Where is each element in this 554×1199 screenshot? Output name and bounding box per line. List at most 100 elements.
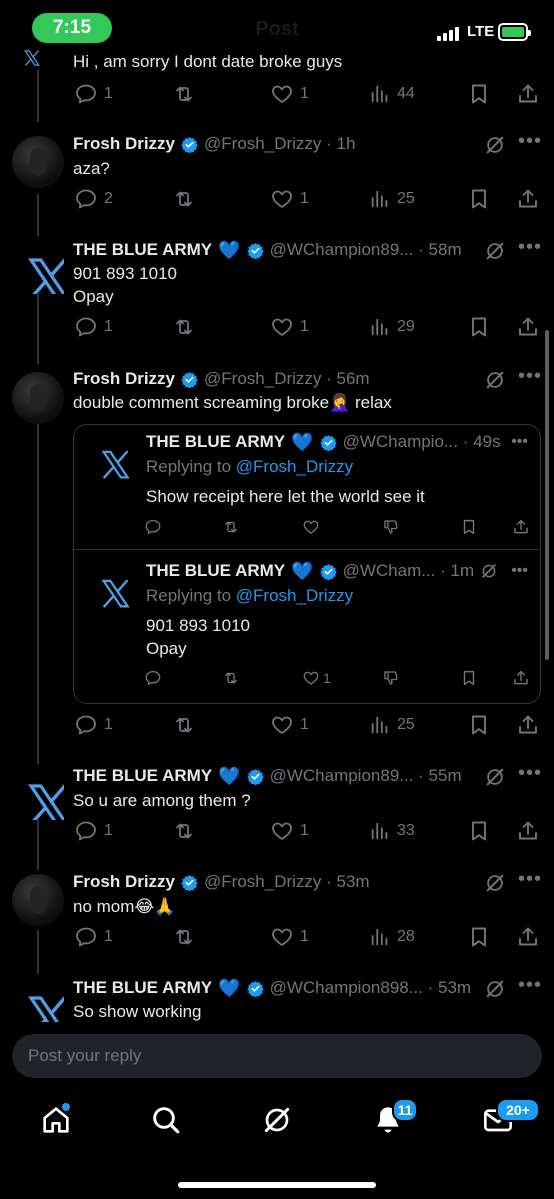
display-name[interactable]: THE BLUE ARMY (73, 978, 212, 998)
avatar-blue-army[interactable] (94, 572, 130, 608)
repost-button[interactable] (172, 81, 196, 107)
like-button[interactable]: 1 (302, 668, 331, 688)
display-name[interactable]: THE BLUE ARMY (73, 240, 212, 260)
display-name[interactable]: Frosh Drizzy (73, 369, 175, 389)
dislike-button[interactable] (382, 517, 400, 537)
share-button[interactable] (516, 712, 540, 738)
repost-button[interactable] (172, 924, 196, 950)
status-time[interactable]: 7:15 (32, 13, 112, 43)
more-icon[interactable]: ••• (511, 562, 528, 580)
share-button[interactable] (516, 314, 540, 340)
reply-button[interactable] (144, 668, 162, 688)
messages-badge: 20+ (496, 1098, 540, 1122)
like-button[interactable]: 1 (270, 924, 309, 950)
views-button[interactable]: 25 (369, 186, 415, 212)
grok-icon[interactable] (484, 134, 506, 156)
reply-composer[interactable]: Post your reply (12, 1034, 542, 1078)
display-name[interactable]: THE BLUE ARMY (146, 561, 285, 581)
reply-button[interactable]: 1 (74, 712, 113, 738)
handle-time[interactable]: @Frosh_Drizzy · 1h (204, 134, 355, 154)
more-icon[interactable]: ••• (518, 762, 542, 785)
search-icon[interactable] (150, 1104, 182, 1136)
avatar-blue-army[interactable] (12, 242, 64, 294)
handle-time[interactable]: @WCham... · 1m (343, 561, 475, 581)
grok-icon[interactable] (484, 766, 506, 788)
more-icon[interactable]: ••• (518, 236, 542, 259)
reply-button[interactable]: 1 (74, 81, 113, 107)
reply-input[interactable]: Post your reply (28, 1034, 141, 1078)
replying-to: Replying to @Frosh_Drizzy (146, 457, 354, 476)
more-icon[interactable]: ••• (511, 433, 528, 451)
more-icon[interactable]: ••• (518, 974, 542, 997)
reply-button[interactable]: 2 (74, 186, 113, 212)
reply-button[interactable] (144, 517, 162, 537)
bookmark-button[interactable] (467, 712, 491, 738)
repost-button[interactable] (222, 668, 240, 688)
repost-button[interactable] (172, 712, 196, 738)
like-button[interactable]: 1 (270, 314, 309, 340)
repost-button[interactable] (222, 517, 240, 537)
home-indicator[interactable] (178, 1182, 376, 1188)
handle-time[interactable]: @WChampio... · 49s (343, 432, 501, 452)
like-button[interactable] (302, 517, 320, 537)
more-icon[interactable]: ••• (518, 130, 542, 153)
repost-button[interactable] (172, 186, 196, 212)
like-button[interactable]: 1 (270, 818, 309, 844)
grok-icon[interactable] (484, 240, 506, 262)
avatar-frosh-drizzy[interactable] (12, 136, 64, 188)
dislike-button[interactable] (382, 668, 400, 688)
handle-time[interactable]: @Frosh_Drizzy · 53m (204, 872, 370, 892)
share-button[interactable] (512, 668, 530, 688)
verified-badge-icon (181, 874, 198, 891)
reply-button[interactable]: 1 (74, 924, 113, 950)
share-button[interactable] (512, 517, 530, 537)
bookmark-button[interactable] (467, 314, 491, 340)
like-button[interactable]: 1 (270, 81, 309, 107)
grok-icon[interactable] (484, 978, 506, 1000)
display-name[interactable]: Frosh Drizzy (73, 134, 175, 154)
like-button[interactable]: 1 (270, 712, 309, 738)
bookmark-button[interactable] (467, 818, 491, 844)
reply-button[interactable]: 1 (74, 314, 113, 340)
views-button[interactable]: 44 (369, 81, 415, 107)
handle-time[interactable]: @WChampion898... · 53m (270, 978, 472, 998)
bookmark-button[interactable] (467, 186, 491, 212)
repost-button[interactable] (172, 818, 196, 844)
bookmark-button[interactable] (467, 81, 491, 107)
replying-to-link[interactable]: @Frosh_Drizzy (236, 586, 353, 605)
handle-time[interactable]: @Frosh_Drizzy · 56m (204, 369, 370, 389)
more-icon[interactable]: ••• (518, 365, 542, 388)
grok-icon[interactable] (261, 1104, 293, 1136)
share-button[interactable] (516, 186, 540, 212)
handle-time[interactable]: @WChampion89... · 58m (270, 240, 462, 260)
avatar-blue-army[interactable] (94, 443, 130, 479)
grok-icon[interactable] (480, 562, 498, 580)
bookmark-button[interactable] (467, 924, 491, 950)
share-button[interactable] (516, 81, 540, 107)
views-button[interactable]: 33 (369, 818, 415, 844)
scrollbar[interactable] (545, 330, 549, 660)
views-button[interactable]: 25 (369, 712, 415, 738)
reply-button[interactable]: 1 (74, 818, 113, 844)
embedded-replies-card[interactable]: THE BLUE ARMY 💙 @WChampio... · 49s ••• R… (73, 424, 541, 704)
views-button[interactable]: 28 (369, 924, 415, 950)
share-button[interactable] (516, 924, 540, 950)
display-name[interactable]: Frosh Drizzy (73, 872, 175, 892)
share-button[interactable] (516, 818, 540, 844)
bookmark-button[interactable] (460, 668, 478, 688)
avatar-blue-army[interactable] (12, 980, 64, 1022)
bookmark-button[interactable] (460, 517, 478, 537)
handle-time[interactable]: @WChampion89... · 55m (270, 766, 462, 786)
avatar-blue-army[interactable] (12, 768, 64, 820)
more-icon[interactable]: ••• (518, 868, 542, 891)
avatar-frosh-drizzy[interactable] (12, 874, 64, 926)
avatar-frosh-drizzy[interactable] (12, 372, 64, 424)
views-button[interactable]: 29 (369, 314, 415, 340)
replying-to-link[interactable]: @Frosh_Drizzy (236, 457, 353, 476)
repost-button[interactable] (172, 314, 196, 340)
like-button[interactable]: 1 (270, 186, 309, 212)
grok-icon[interactable] (484, 872, 506, 894)
display-name[interactable]: THE BLUE ARMY (146, 432, 285, 452)
display-name[interactable]: THE BLUE ARMY (73, 766, 212, 786)
grok-icon[interactable] (484, 369, 506, 391)
